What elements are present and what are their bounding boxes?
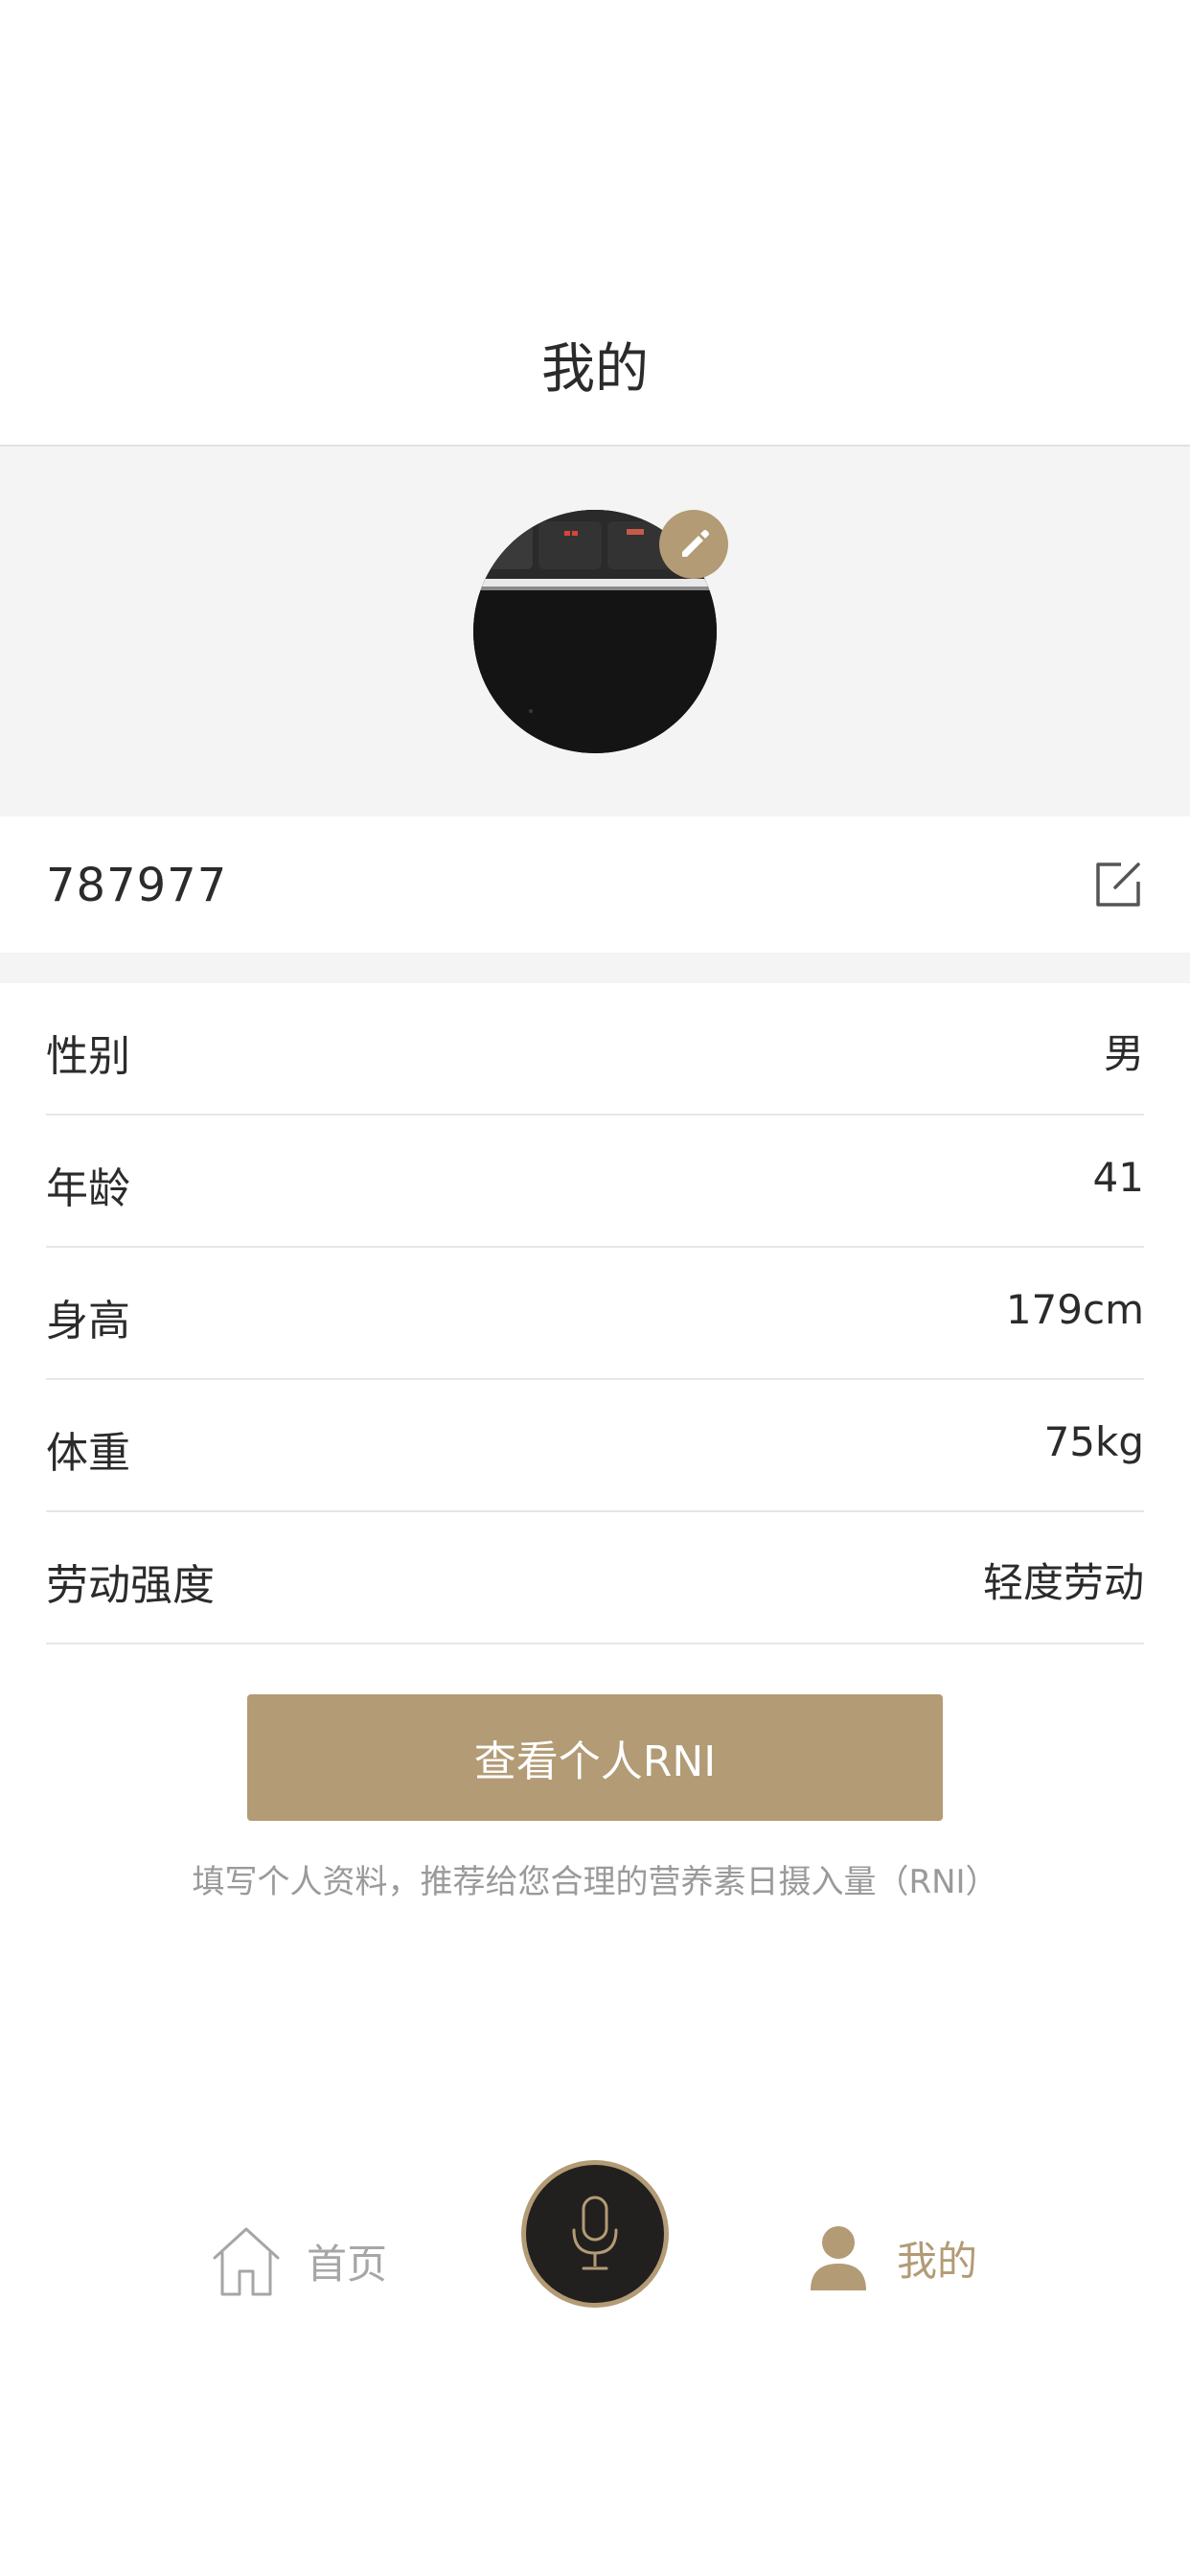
avatar-section [0,447,1190,816]
info-value: 41 [1092,1154,1144,1201]
tab-home[interactable]: 首页 [209,2223,387,2298]
avatar-container [473,510,728,753]
rni-hint-text: 填写个人资料，推荐给您合理的营养素日摄入量（RNI） [192,1863,998,1901]
info-row-gender[interactable]: 性别 男 [46,983,1144,1116]
username: 787977 [46,859,228,912]
username-row: 787977 [0,816,1190,953]
info-label: 劳动强度 [46,1561,215,1610]
info-value: 男 [1103,1030,1144,1077]
view-rni-button[interactable]: 查看个人RNI [247,1694,943,1821]
edit-square-icon [1096,862,1140,907]
info-row-age[interactable]: 年龄 41 [46,1116,1144,1248]
nav-bar: 我的 [0,0,1190,447]
tab-bar: 首页 我的 [0,2147,1190,2396]
info-label: 身高 [46,1297,130,1346]
microphone-icon [572,2196,618,2270]
info-row-height[interactable]: 身高 179cm [46,1248,1144,1380]
info-value: 轻度劳动 [982,1559,1144,1606]
user-icon [811,2226,866,2290]
page-title: 我的 [541,338,649,401]
info-label: 体重 [46,1429,130,1478]
tab-mine[interactable]: 我的 [809,2223,977,2292]
info-label: 年龄 [46,1164,130,1213]
info-row-weight[interactable]: 体重 75kg [46,1380,1144,1512]
info-value: 179cm [1005,1286,1144,1333]
home-icon [213,2227,280,2296]
voice-input-button[interactable] [521,2160,669,2308]
edit-avatar-button[interactable] [659,510,728,579]
section-divider [0,953,1190,983]
tab-mine-label: 我的 [897,2237,978,2285]
profile-info-list: 性别 男 年龄 41 身高 179cm 体重 75kg 劳动强度 轻度劳动 [46,983,1144,1644]
tab-home-label: 首页 [307,2240,388,2288]
edit-username-button[interactable] [1092,859,1144,910]
info-value: 75kg [1043,1418,1144,1465]
info-label: 性别 [46,1032,130,1081]
info-row-labor-intensity[interactable]: 劳动强度 轻度劳动 [46,1512,1144,1644]
pencil-icon [682,530,709,557]
